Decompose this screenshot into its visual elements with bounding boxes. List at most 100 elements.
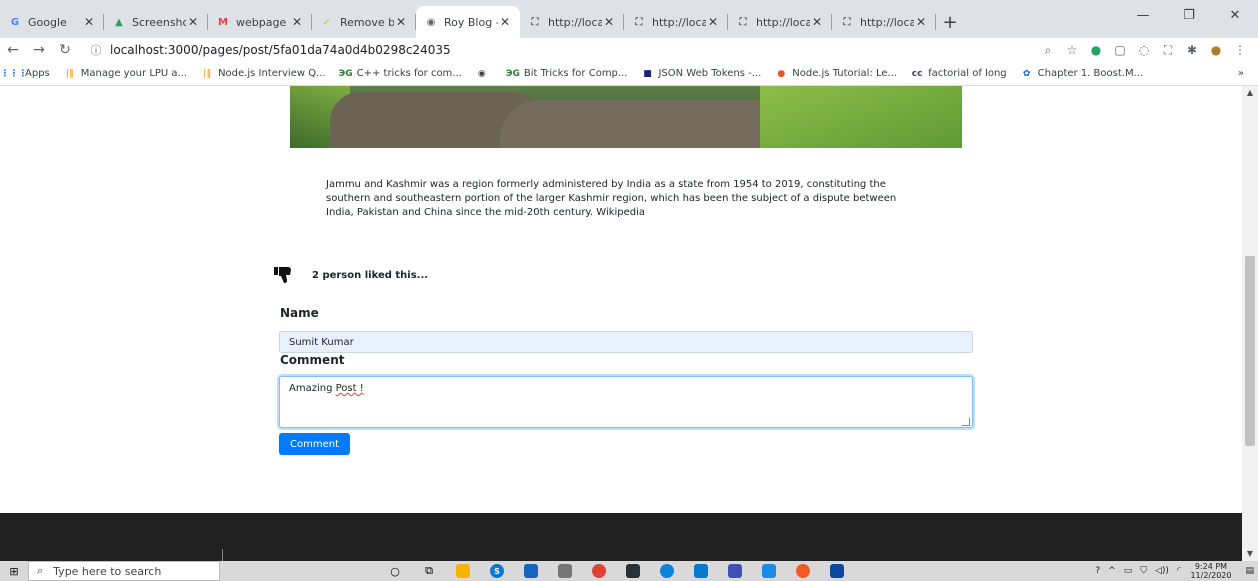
mail-icon[interactable] — [514, 561, 548, 581]
chrome-icon[interactable] — [582, 561, 616, 581]
thumbs-down-icon[interactable] — [274, 266, 294, 284]
tab-remove-by[interactable]: ✓ Remove by ✕ — [312, 6, 416, 38]
tab-screenshot[interactable]: ▲ Screenshot ✕ — [104, 6, 208, 38]
system-tray: ? ^ ▭ ⛉ ◁)) ◜ 9:24 PM 11/2/2020 ▤ — [1091, 561, 1258, 581]
taskbar-search-placeholder: Type here to search — [53, 564, 162, 578]
resize-grip-icon[interactable] — [962, 418, 970, 426]
bookmark-bit-tricks[interactable]: ЭG Bit Tricks for Comp... — [506, 68, 628, 80]
localhost-favicon-icon: ⛶ — [739, 16, 747, 28]
zoom-icon[interactable]: ⌕ — [1036, 38, 1060, 62]
extension-ghost-icon[interactable]: ◌ — [1132, 38, 1156, 62]
address-bar[interactable]: ⓘ localhost:3000/pages/post/5fa01da74a0d… — [84, 39, 1030, 61]
close-icon[interactable]: ✕ — [706, 15, 720, 29]
likes-row: 2 person liked this... — [274, 266, 428, 284]
close-icon[interactable]: ✕ — [602, 15, 616, 29]
edge-icon[interactable] — [650, 561, 684, 581]
tab-localhost-2[interactable]: ⛶ http://locall ✕ — [624, 6, 728, 38]
remove-bg-favicon-icon: ✓ — [322, 16, 332, 28]
minimize-icon[interactable]: — — [1120, 0, 1166, 30]
photos-icon[interactable] — [820, 561, 854, 581]
scrollbar-thumb[interactable] — [1245, 256, 1255, 446]
localhost-favicon-icon: ⛶ — [843, 16, 851, 28]
clock-date: 11/2/2020 — [1190, 571, 1232, 580]
comment-label: Comment — [280, 353, 345, 367]
vscode-icon[interactable] — [684, 561, 718, 581]
close-icon[interactable]: ✕ — [394, 15, 408, 29]
bookmark-lpu[interactable]: |‖ Manage your LPU a... — [64, 68, 187, 80]
bookmark-boost[interactable]: ✿ Chapter 1. Boost.M... — [1021, 68, 1143, 80]
extension-green-icon[interactable]: ● — [1084, 38, 1108, 62]
scroll-up-icon[interactable]: ▲ — [1242, 86, 1258, 100]
bookmark-apps[interactable]: ⋮⋮⋮ Apps — [1, 68, 50, 80]
restore-icon[interactable]: ❐ — [1166, 0, 1212, 30]
notifications-icon[interactable]: ▤ — [1245, 566, 1254, 576]
image-rock — [500, 100, 800, 148]
volume-icon[interactable]: ◁)) — [1155, 566, 1169, 576]
close-icon[interactable]: ✕ — [290, 15, 304, 29]
task-view-icon[interactable]: ⧉ — [412, 561, 446, 581]
bookmark-node-tutorial[interactable]: ● Node.js Tutorial: Le... — [775, 68, 897, 80]
puzzle-icon[interactable]: ✱ — [1180, 38, 1204, 62]
name-input[interactable] — [279, 331, 973, 353]
postman-icon[interactable] — [786, 561, 820, 581]
bookmark-label: factorial of long — [928, 68, 1007, 79]
windows-start-icon[interactable]: ⊞ — [0, 561, 28, 581]
close-icon[interactable]: ✕ — [186, 15, 200, 29]
localhost-favicon-icon: ⛶ — [531, 16, 539, 28]
bookmark-factorial[interactable]: cc factorial of long — [911, 68, 1007, 80]
skype-icon[interactable]: S — [480, 561, 514, 581]
bookmark-globe[interactable]: ◉ — [476, 68, 493, 80]
name-label: Name — [280, 306, 319, 320]
terminal-icon[interactable] — [616, 561, 650, 581]
more-bookmarks-icon[interactable]: » — [1238, 68, 1244, 79]
tab-webpage[interactable]: M webpage p ✕ — [208, 6, 312, 38]
menu-kebab-icon[interactable]: ⋮ — [1228, 38, 1252, 62]
close-window-icon[interactable]: ✕ — [1212, 0, 1258, 30]
bookmark-cpp-tricks[interactable]: ЭG C++ tricks for com... — [339, 68, 462, 80]
globe-favicon-icon: ◉ — [426, 16, 436, 28]
keyboard-icon[interactable] — [752, 561, 786, 581]
chevron-up-icon[interactable]: ^ — [1108, 566, 1116, 576]
back-arrow-icon[interactable]: ← — [0, 38, 26, 62]
close-icon[interactable]: ✕ — [82, 15, 96, 29]
extension-gray-icon[interactable]: ▢ — [1108, 38, 1132, 62]
bookmark-node-interview[interactable]: |‖ Node.js Interview Q... — [201, 68, 325, 80]
close-icon[interactable]: ✕ — [498, 15, 512, 29]
network-icon[interactable]: ▭ — [1124, 566, 1133, 576]
comment-submit-button[interactable]: Comment — [279, 433, 350, 455]
database-icon[interactable] — [548, 561, 582, 581]
page-scrollbar[interactable]: ▲ ▼ — [1242, 86, 1258, 561]
avatar[interactable]: ● — [1204, 38, 1228, 62]
taskbar-search[interactable]: ⌕ Type here to search — [28, 561, 220, 581]
shield-icon[interactable]: ⛉ — [1140, 566, 1147, 576]
extension-screenshot-icon[interactable]: ⛶ — [1156, 38, 1180, 62]
reload-icon[interactable]: ↻ — [52, 38, 78, 62]
tab-title: http://locall — [756, 15, 810, 29]
help-icon[interactable]: ? — [1095, 566, 1100, 576]
tab-localhost-3[interactable]: ⛶ http://locall ✕ — [728, 6, 832, 38]
star-icon[interactable]: ☆ — [1060, 38, 1084, 62]
tab-google[interactable]: G Google ✕ — [0, 6, 104, 38]
tab-localhost-1[interactable]: ⛶ http://locall ✕ — [520, 6, 624, 38]
bookmark-jwt[interactable]: ■ JSON Web Tokens -... — [641, 68, 761, 80]
scroll-down-icon[interactable]: ▼ — [1242, 547, 1258, 561]
tab-localhost-4[interactable]: ⛶ http://locall ✕ — [832, 6, 936, 38]
close-icon[interactable]: ✕ — [914, 15, 928, 29]
browser-toolbar: ← → ↻ ⓘ localhost:3000/pages/post/5fa01d… — [0, 38, 1258, 62]
info-icon[interactable]: ⓘ — [88, 42, 104, 58]
wifi-icon[interactable]: ◜ — [1177, 566, 1181, 576]
comment-textarea[interactable] — [279, 376, 973, 428]
localhost-favicon-icon: ⛶ — [635, 16, 643, 28]
forward-arrow-icon[interactable]: → — [26, 38, 52, 62]
bookmark-label: Node.js Tutorial: Le... — [792, 68, 898, 79]
tab-roy-blog[interactable]: ◉ Roy Blog - P ✕ — [416, 6, 520, 38]
clock-time: 9:24 PM — [1194, 562, 1228, 571]
file-explorer-icon[interactable] — [446, 561, 480, 581]
cortana-icon[interactable]: ○ — [378, 561, 412, 581]
close-icon[interactable]: ✕ — [810, 15, 824, 29]
app-icon[interactable] — [718, 561, 752, 581]
footer-divider — [222, 549, 223, 561]
new-tab-button[interactable]: + — [936, 6, 964, 38]
search-icon: ⌕ — [37, 564, 44, 577]
clock[interactable]: 9:24 PM 11/2/2020 — [1190, 562, 1231, 580]
